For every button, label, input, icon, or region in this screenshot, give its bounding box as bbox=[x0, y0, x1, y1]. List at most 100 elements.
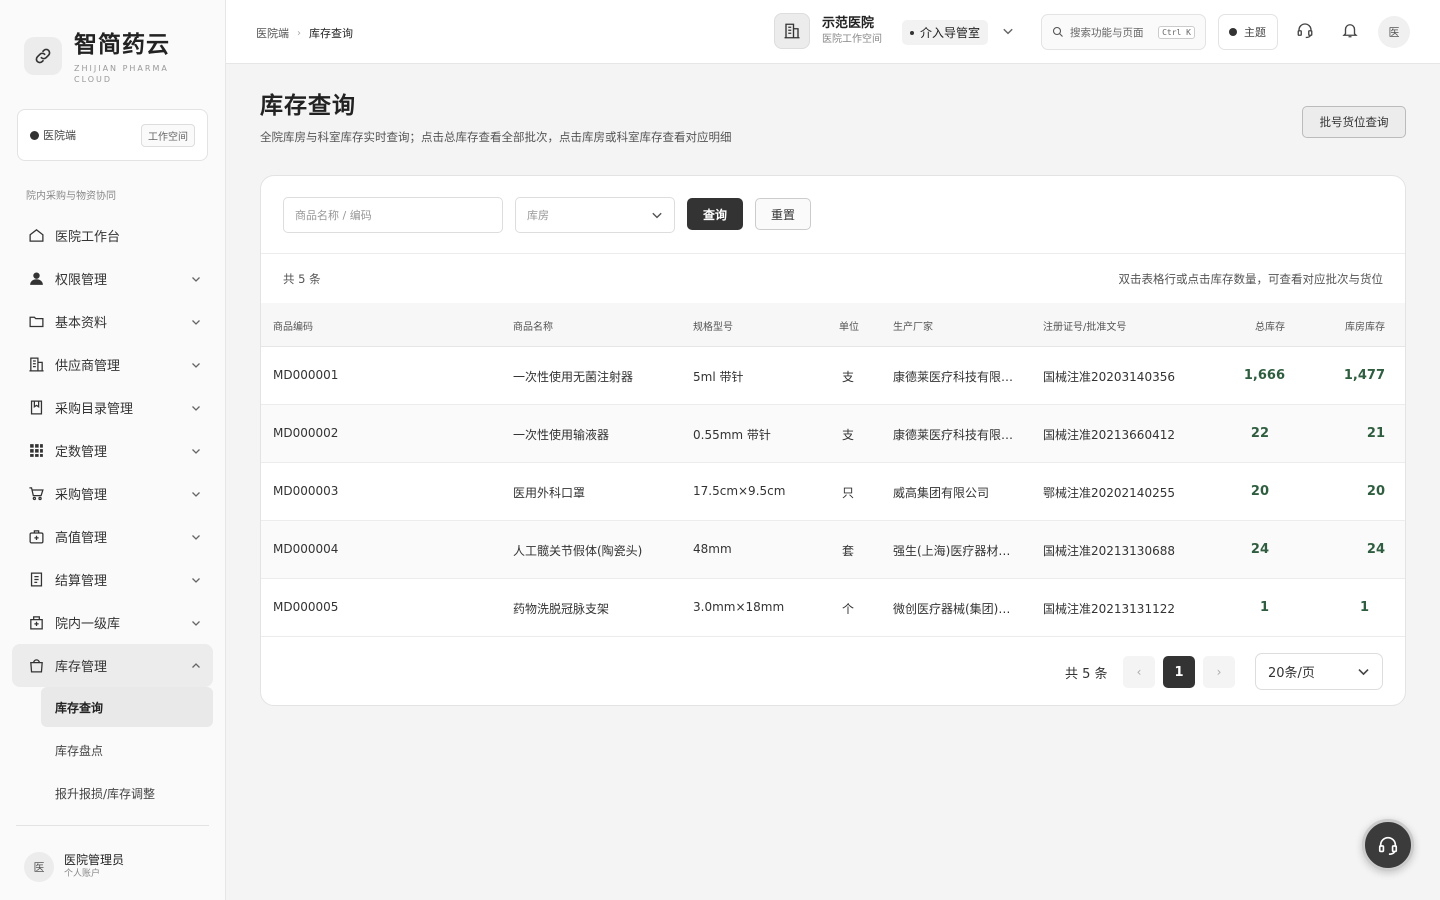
cell-total-stock[interactable]: 22 bbox=[1251, 426, 1269, 441]
theme-toggle[interactable]: 主题 bbox=[1218, 14, 1278, 50]
chevron-down-icon bbox=[191, 532, 201, 542]
sidebar-subitem-inventory-query[interactable]: 库存查询 bbox=[41, 687, 213, 727]
sidebar-item-label: 基本资料 bbox=[55, 316, 108, 331]
cell-name: 一次性使用无菌注射器 bbox=[513, 370, 634, 384]
cell-code: MD000002 bbox=[273, 426, 339, 440]
table-row[interactable]: MD000004 人工髋关节假体(陶瓷头) 48mm 套 强生(上海)医疗器材…… bbox=[261, 521, 1405, 579]
cell-total-stock[interactable]: 1 bbox=[1260, 600, 1269, 615]
workspace-switcher[interactable]: 医院端 工作空间 bbox=[17, 109, 208, 161]
status-dot-icon bbox=[30, 130, 39, 140]
sidebar-item-purchase[interactable]: 采购管理 bbox=[12, 472, 213, 515]
sidebar-subitem-adjustment[interactable]: 报升报损/库存调整 bbox=[41, 773, 213, 813]
chevron-down-icon bbox=[191, 446, 201, 456]
global-search[interactable]: 搜索功能与页面 Ctrl K bbox=[1041, 14, 1206, 50]
warehouse-select[interactable]: 库房 bbox=[515, 197, 675, 233]
sidebar-item-catalog[interactable]: 采购目录管理 bbox=[12, 386, 213, 429]
cell-spec: 5ml 带针 bbox=[693, 370, 744, 384]
sidebar-item-suppliers[interactable]: 供应商管理 bbox=[12, 343, 213, 386]
support-fab-button[interactable] bbox=[1362, 819, 1414, 871]
workspace-button[interactable]: 工作空间 bbox=[141, 123, 195, 147]
sidebar-item-high-value[interactable]: 高值管理 bbox=[12, 515, 213, 558]
sidebar-item-label: 定数管理 bbox=[55, 445, 108, 460]
page-title: 库存查询 bbox=[260, 93, 356, 119]
column-header-name: 商品名称 bbox=[513, 322, 553, 333]
cell-unit: 只 bbox=[842, 486, 855, 500]
user-account[interactable]: 医 医院管理员 个人账户 bbox=[24, 852, 124, 882]
table-row[interactable]: MD000003 医用外科口罩 17.5cm×9.5cm 只 威高集团有限公司 … bbox=[261, 463, 1405, 521]
prev-page-button[interactable]: ‹ bbox=[1123, 656, 1155, 688]
sidebar-item-primary-store[interactable]: 院内一级库 bbox=[12, 601, 213, 644]
sidebar-item-basic-data[interactable]: 基本资料 bbox=[12, 300, 213, 343]
sidebar-item-label: 库存管理 bbox=[55, 660, 108, 675]
department-selector[interactable]: 介入导管室 bbox=[902, 20, 989, 45]
search-placeholder: 搜索功能与页面 bbox=[1070, 26, 1144, 39]
cell-total-stock[interactable]: 24 bbox=[1251, 542, 1269, 557]
inventory-submenu: 库存查询 库存盘点 报升报损/库存调整 bbox=[41, 687, 213, 813]
filter-bar: 商品名称 / 编码 库房 查询 重置 bbox=[261, 176, 1405, 254]
column-header-spec: 规格型号 bbox=[693, 322, 733, 333]
cell-warehouse-stock[interactable]: 24 bbox=[1367, 542, 1385, 557]
hospital-switcher[interactable]: 示范医院 医院工作空间 bbox=[774, 13, 882, 49]
brand-logo[interactable]: 智简药云 ZHIJIAN PHARMA CLOUD bbox=[24, 30, 184, 85]
user-subtitle: 个人账户 bbox=[64, 869, 101, 879]
chevron-down-icon bbox=[652, 212, 662, 219]
cell-spec: 17.5cm×9.5cm bbox=[693, 484, 786, 498]
cell-registration: 国械注准20213130688 bbox=[1043, 544, 1175, 558]
sidebar-item-inventory[interactable]: 库存管理 bbox=[12, 644, 213, 687]
sidebar-item-permissions[interactable]: 权限管理 bbox=[12, 257, 213, 300]
sidebar-item-label: 高值管理 bbox=[55, 531, 108, 546]
cell-spec: 48mm bbox=[693, 542, 732, 556]
sidebar-item-label: 医院工作台 bbox=[55, 230, 121, 245]
next-page-button[interactable]: › bbox=[1203, 656, 1235, 688]
table-row[interactable]: MD000005 药物洗脱冠脉支架 3.0mm×18mm 个 微创医疗器械(集团… bbox=[261, 579, 1405, 637]
user-name: 医院管理员 bbox=[64, 853, 125, 867]
breadcrumb-current: 库存查询 bbox=[309, 27, 353, 40]
page-button-current[interactable]: 1 bbox=[1163, 656, 1195, 688]
breadcrumb: 医院端 › 库存查询 bbox=[256, 25, 353, 41]
sidebar-nav: 医院工作台 权限管理 基本资料 供应商管理 采购目录管理 定数管理 采购管理 高… bbox=[12, 214, 213, 816]
cart-icon bbox=[28, 485, 45, 502]
sidebar-item-settlement[interactable]: 结算管理 bbox=[12, 558, 213, 601]
brand-title: 智简药云 bbox=[74, 32, 170, 58]
cell-total-stock[interactable]: 20 bbox=[1251, 484, 1269, 499]
headset-icon[interactable] bbox=[1295, 20, 1315, 40]
hospital-name: 示范医院 bbox=[822, 16, 875, 31]
cell-warehouse-stock[interactable]: 1 bbox=[1360, 600, 1369, 615]
page-size-select[interactable]: 20条/页 bbox=[1255, 653, 1383, 690]
query-button[interactable]: 查询 bbox=[687, 198, 743, 230]
cell-code: MD000004 bbox=[273, 542, 339, 556]
chevron-down-icon bbox=[191, 317, 201, 327]
sidebar-subitem-stocktake[interactable]: 库存盘点 bbox=[41, 730, 213, 770]
product-search-input[interactable]: 商品名称 / 编码 bbox=[283, 197, 503, 233]
cell-total-stock[interactable]: 1,666 bbox=[1244, 368, 1285, 383]
table-row[interactable]: MD000001 一次性使用无菌注射器 5ml 带针 支 康德莱医疗科技有限… … bbox=[261, 347, 1405, 405]
link-icon bbox=[24, 37, 62, 75]
cell-warehouse-stock[interactable]: 1,477 bbox=[1344, 368, 1385, 383]
grid-icon bbox=[28, 442, 45, 459]
cell-spec: 0.55mm 带针 bbox=[693, 428, 771, 442]
cell-registration: 国械注准20203140356 bbox=[1043, 370, 1175, 384]
sidebar: 智简药云 ZHIJIAN PHARMA CLOUD 医院端 工作空间 院内采购与… bbox=[0, 0, 226, 900]
cell-warehouse-stock[interactable]: 20 bbox=[1367, 484, 1385, 499]
cell-unit: 个 bbox=[842, 602, 855, 616]
table-row[interactable]: MD000002 一次性使用输液器 0.55mm 带针 支 康德莱医疗科技有限…… bbox=[261, 405, 1405, 463]
bell-icon[interactable] bbox=[1340, 20, 1360, 40]
cell-manufacturer: 康德莱医疗科技有限… bbox=[893, 428, 1014, 442]
cell-code: MD000005 bbox=[273, 600, 339, 614]
sidebar-item-quota[interactable]: 定数管理 bbox=[12, 429, 213, 472]
sidebar-item-workbench[interactable]: 医院工作台 bbox=[12, 214, 213, 257]
hospital-subtitle: 医院工作空间 bbox=[822, 34, 882, 45]
breadcrumb-root[interactable]: 医院端 bbox=[256, 25, 289, 41]
page-description: 全院库房与科室库存实时查询；点击总库存查看全部批次，点击库房或科室库存查看对应明… bbox=[260, 130, 732, 144]
chevron-down-icon bbox=[1358, 668, 1369, 676]
column-header-total-stock: 总库存 bbox=[1255, 322, 1285, 333]
avatar[interactable]: 医 bbox=[1378, 16, 1410, 48]
brand-subtitle: ZHIJIAN PHARMA CLOUD bbox=[74, 64, 169, 84]
medkit-icon bbox=[28, 528, 45, 545]
cell-warehouse-stock[interactable]: 21 bbox=[1367, 426, 1385, 441]
inventory-card: 商品名称 / 编码 库房 查询 重置 共 5 条 双击表格行或点击库存数量，可查… bbox=[260, 175, 1406, 706]
reset-button[interactable]: 重置 bbox=[755, 198, 811, 230]
table-header: 商品编码 商品名称 规格型号 单位 生产厂家 注册证号/批准文号 总库存 库房库… bbox=[261, 303, 1405, 347]
batch-location-button[interactable]: 批号货位查询 bbox=[1302, 106, 1406, 138]
chevron-down-icon[interactable] bbox=[1002, 25, 1014, 41]
